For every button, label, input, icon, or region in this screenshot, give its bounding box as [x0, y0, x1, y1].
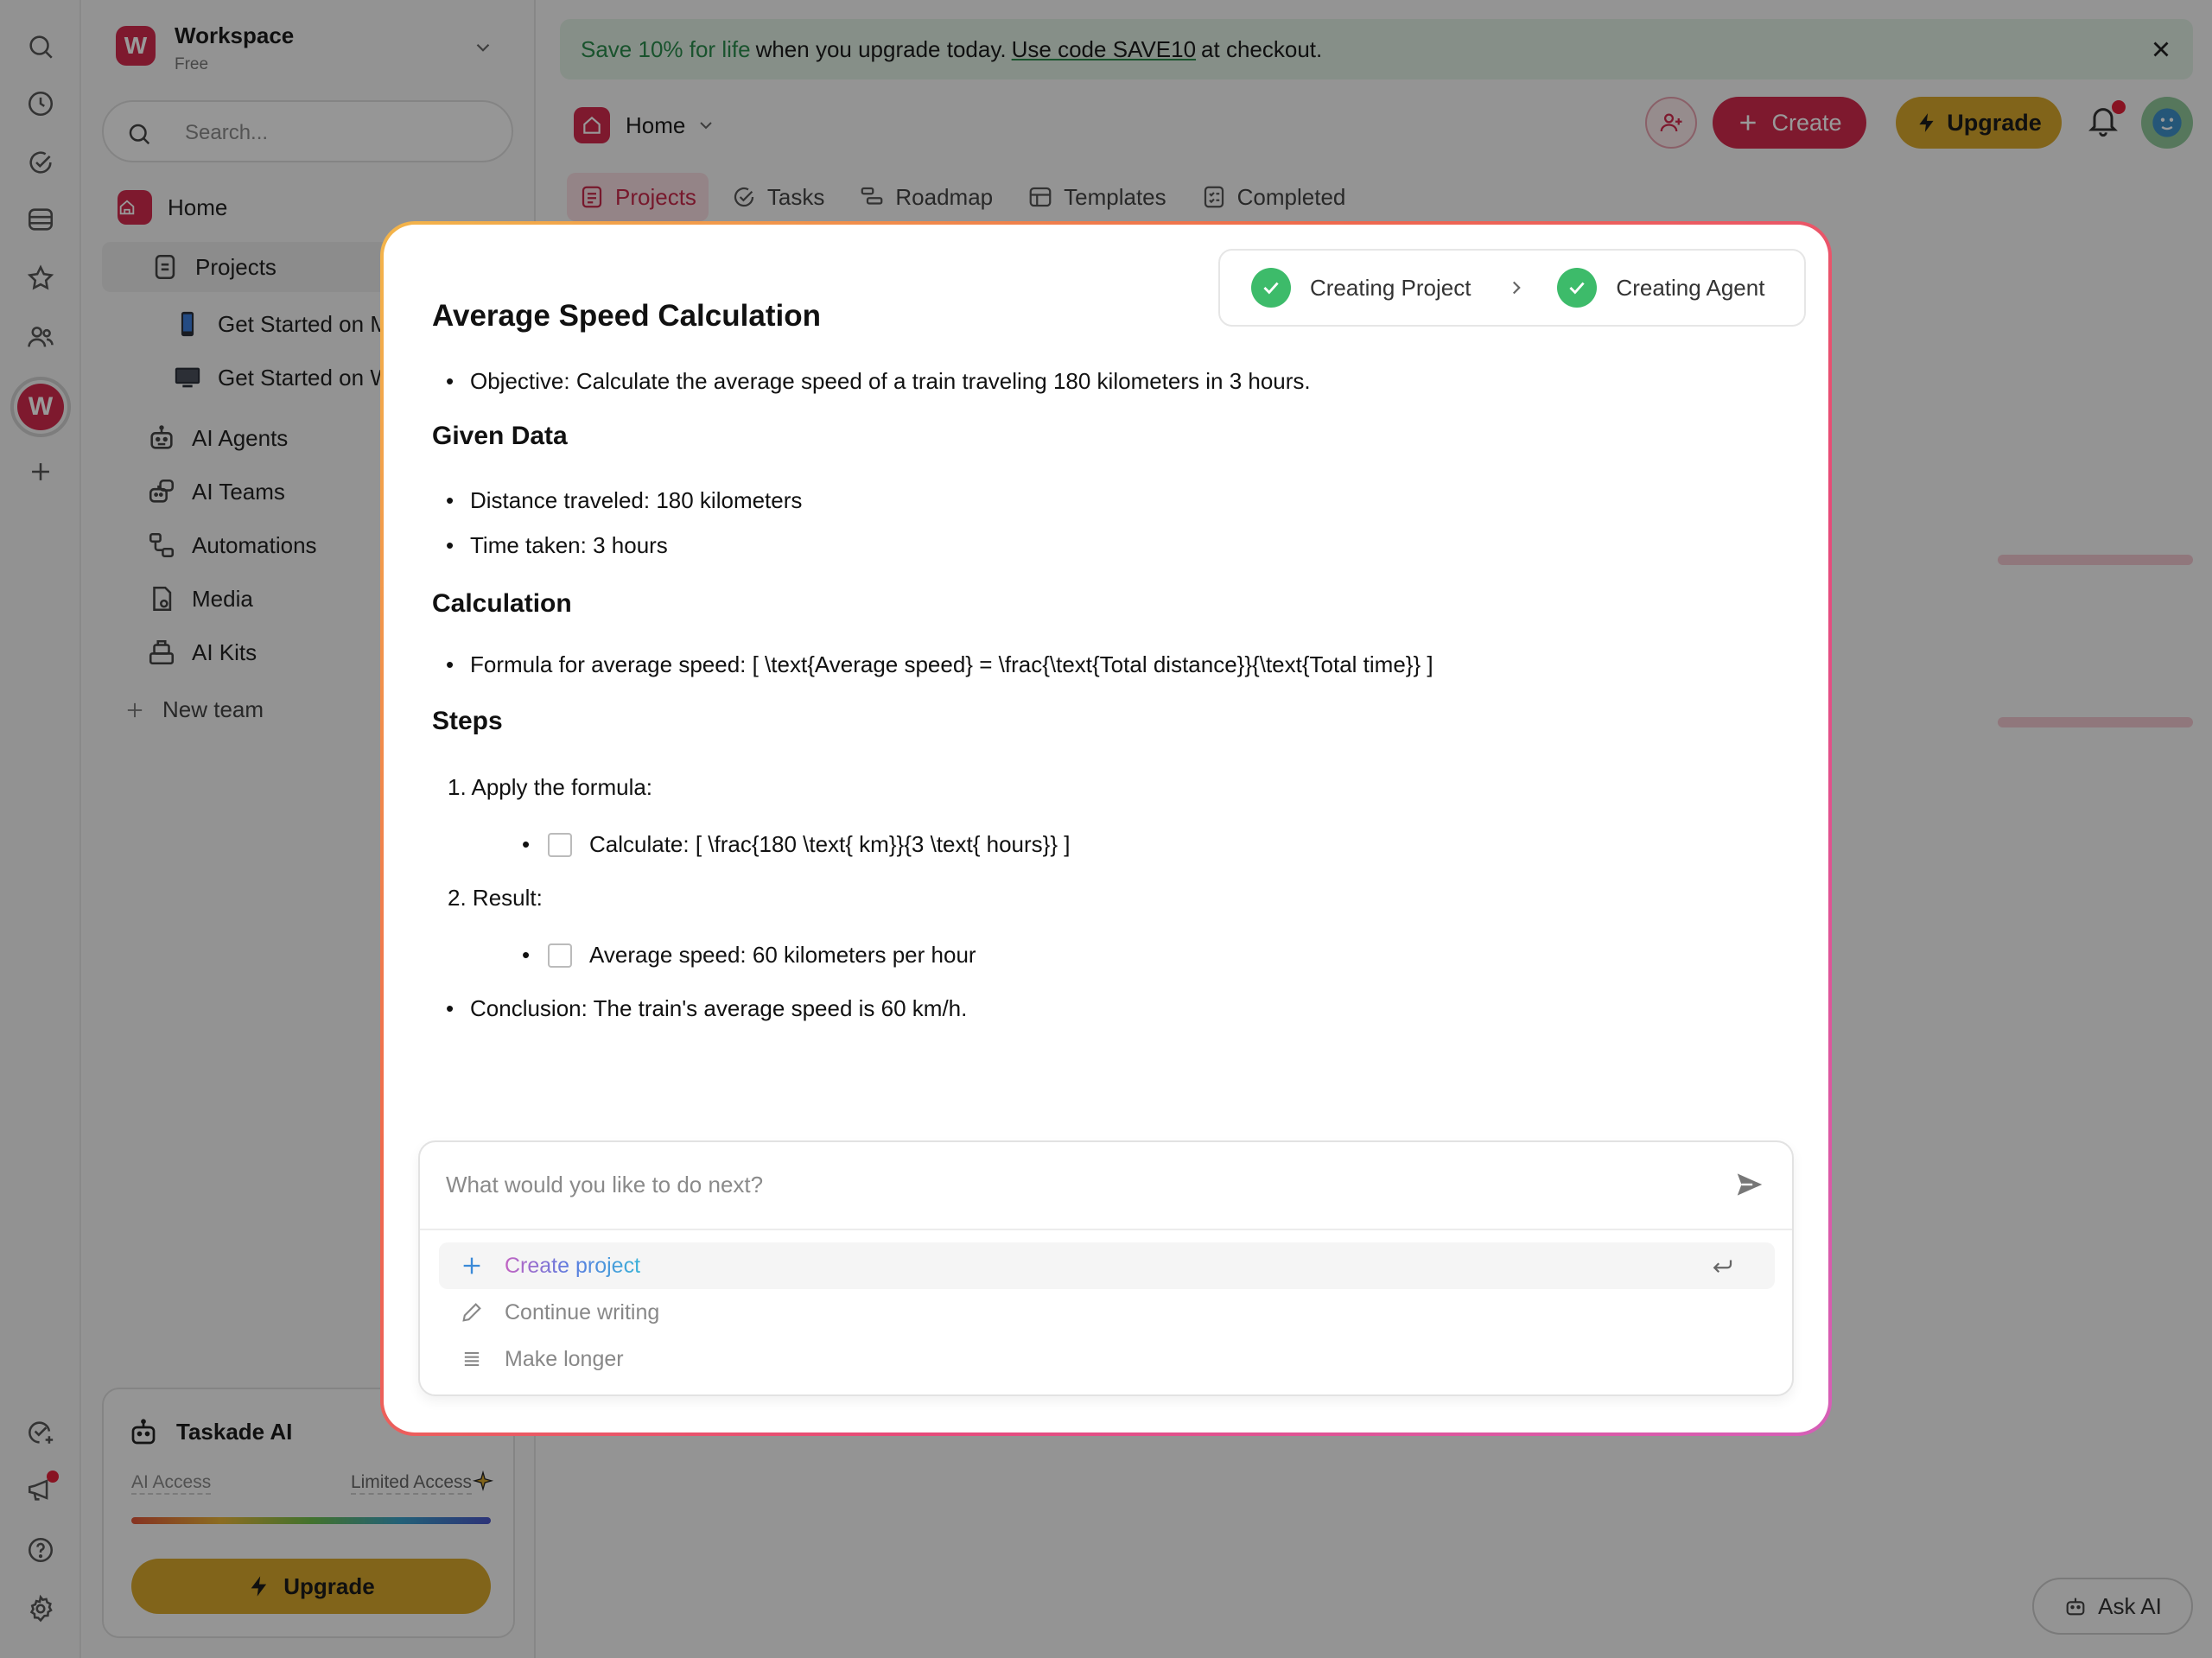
section-heading: Given Data: [432, 422, 568, 450]
chevron-right-icon: [1513, 281, 1522, 295]
pencil-icon: [462, 1303, 481, 1322]
send-icon[interactable]: [1733, 1168, 1766, 1201]
prompt-input[interactable]: [446, 1165, 1707, 1204]
suggestion-continue-writing[interactable]: Continue writing: [439, 1289, 1775, 1336]
numbered-item: 2. Result:: [448, 885, 543, 911]
numbered-item: 1. Apply the formula:: [448, 774, 653, 800]
divider: [420, 1229, 1792, 1230]
list-item: Distance traveled: 180 kilometers: [446, 487, 802, 514]
step-label: Creating Project: [1310, 274, 1471, 301]
ai-generation-modal: Creating Project Creating Agent Average …: [384, 225, 1828, 1432]
task-checkbox[interactable]: [548, 832, 572, 857]
section-heading: Calculation: [432, 589, 572, 618]
lines-icon: [464, 1351, 480, 1367]
enter-key-icon: [1709, 1254, 1756, 1280]
list-item: Time taken: 3 hours: [446, 532, 668, 559]
check-icon: [1557, 268, 1598, 308]
task-checkbox[interactable]: [548, 943, 572, 968]
step-text: Result:: [472, 885, 543, 911]
step-label: Creating Agent: [1616, 274, 1765, 301]
plus-icon: [463, 1257, 480, 1274]
progress-steps: Creating Project Creating Agent: [1218, 249, 1806, 327]
list-item: Formula for average speed: [ \text{Avera…: [446, 651, 1433, 678]
doc-title: Average Speed Calculation: [432, 299, 821, 333]
suggestion-label: Create project: [505, 1253, 641, 1278]
task-item: Calculate: [ \frac{180 \text{ km}}{3 \te…: [522, 831, 1071, 858]
suggestion-label: Make longer: [505, 1346, 624, 1371]
check-icon: [1251, 268, 1291, 308]
ai-prompt-box: Create project Continue writing Make lon…: [418, 1140, 1794, 1396]
list-item: Conclusion: The train's average speed is…: [446, 995, 967, 1022]
task-text: Average speed: 60 kilometers per hour: [589, 942, 976, 968]
suggestion-label: Continue writing: [505, 1299, 660, 1324]
suggestion-create-project[interactable]: Create project: [439, 1242, 1775, 1289]
task-item: Average speed: 60 kilometers per hour: [522, 942, 976, 969]
step-text: Apply the formula:: [471, 774, 653, 800]
task-text: Calculate: [ \frac{180 \text{ km}}{3 \te…: [589, 831, 1071, 857]
suggestion-make-longer[interactable]: Make longer: [439, 1336, 1775, 1382]
list-item: Objective: Calculate the average speed o…: [446, 368, 1311, 395]
section-heading: Steps: [432, 707, 503, 735]
